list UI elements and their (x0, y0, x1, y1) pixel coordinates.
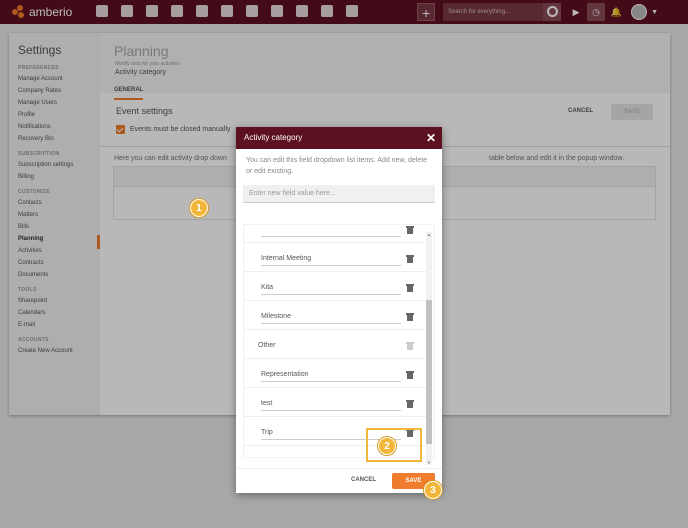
scroll-down-icon[interactable]: ▼ (427, 460, 431, 465)
list-item-label[interactable]: Internal Meeting (261, 255, 311, 262)
trash-icon[interactable] (406, 371, 414, 379)
list-item-underline (261, 294, 401, 295)
dialog-cancel-button[interactable]: CANCEL (351, 477, 376, 483)
dropdown-item-list: Internal Meeting Kita Milestone Other Repres… (243, 224, 435, 458)
scroll-up-icon[interactable]: ▲ (427, 232, 431, 237)
list-item-underline (261, 265, 401, 266)
list-item[interactable]: Milestone (244, 301, 427, 330)
step-badge-1: 1 (190, 199, 208, 217)
dialog-description: You can edit this field dropdown list it… (246, 157, 428, 175)
list-item[interactable] (244, 225, 427, 243)
trash-icon[interactable] (406, 226, 414, 234)
list-item[interactable]: Other (244, 330, 427, 359)
list-item[interactable]: Representation (244, 359, 427, 388)
trash-icon[interactable] (406, 313, 414, 321)
list-item-label[interactable]: Kita (261, 284, 273, 291)
list-item[interactable]: Kita (244, 272, 427, 301)
list-item-underline (261, 410, 401, 411)
list-scrollbar[interactable]: ▲ ▼ (426, 232, 432, 465)
trash-icon[interactable] (406, 255, 414, 263)
activity-category-dialog: Activity category ✕ You can edit this fi… (236, 127, 442, 493)
list-item-underline (261, 323, 401, 324)
list-item[interactable]: test (244, 388, 427, 417)
scroll-thumb[interactable] (426, 300, 432, 444)
new-value-input[interactable]: Enter new field value here... (243, 185, 435, 203)
list-item-label[interactable]: Milestone (261, 313, 291, 320)
list-item-underline (261, 381, 401, 382)
trash-icon (406, 342, 414, 350)
list-item-underline (261, 236, 401, 237)
step-badge-3: 3 (424, 481, 442, 499)
trash-icon[interactable] (406, 400, 414, 408)
dialog-header: Activity category ✕ (236, 127, 442, 149)
list-item-label[interactable]: test (261, 400, 272, 407)
list-item-label[interactable]: Other (258, 342, 276, 349)
list-item[interactable]: Internal Meeting (244, 243, 427, 272)
list-item-label[interactable]: Representation (261, 371, 308, 378)
close-icon[interactable]: ✕ (426, 127, 436, 149)
trash-icon[interactable] (406, 284, 414, 292)
dialog-title: Activity category (244, 133, 303, 142)
step-badge-2: 2 (378, 437, 396, 455)
dialog-footer-divider (236, 468, 442, 469)
list-item-label[interactable]: Trip (261, 429, 273, 436)
